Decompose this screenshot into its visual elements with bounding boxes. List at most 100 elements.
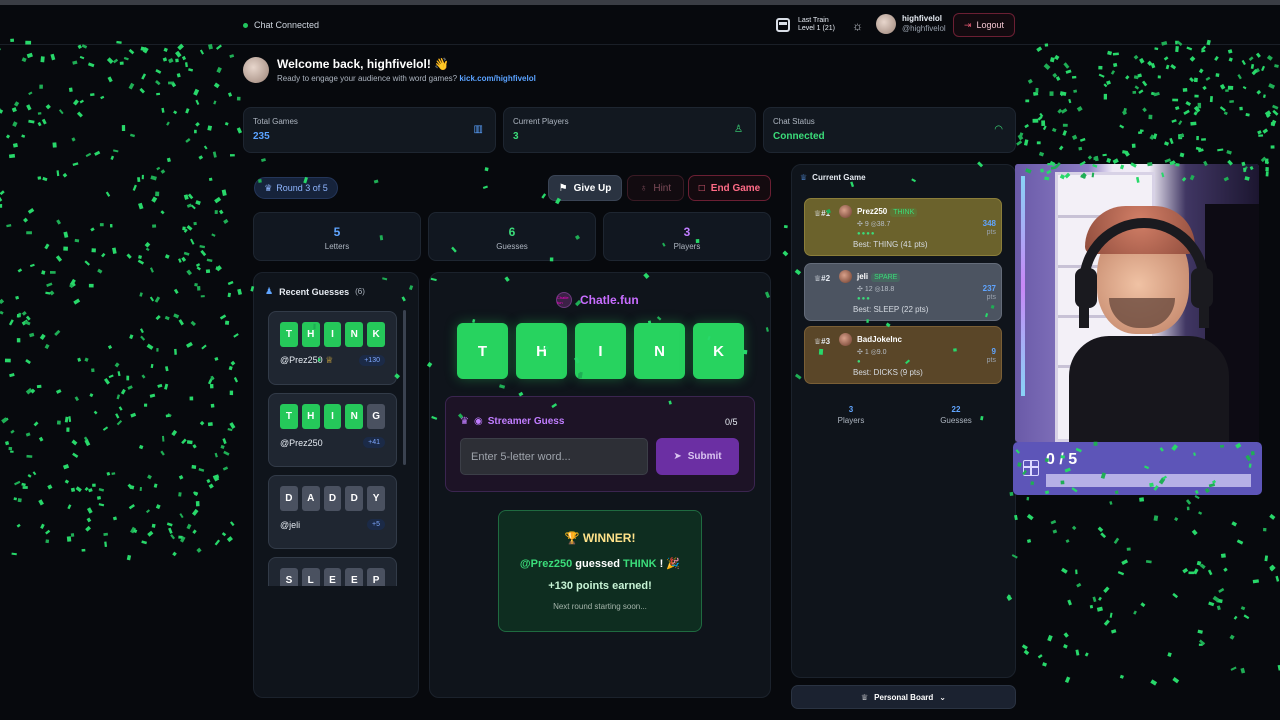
flag-icon: ⚑ [558,182,568,194]
confetti-piece [216,66,222,74]
theme-toggle-sun-icon[interactable]: ☼ [852,19,863,33]
confetti-piece [1112,62,1118,68]
confetti-piece [25,315,31,321]
confetti-piece [1064,676,1071,684]
mini-stat-label: Letters [324,242,350,251]
hint-button[interactable]: ♁ Hint [627,175,684,201]
confetti-piece [1141,80,1148,87]
confetti-piece [73,298,81,305]
confetti-piece [1021,644,1028,650]
streamer-guess-input[interactable] [460,438,648,475]
end-game-button[interactable]: □ End Game [688,175,771,201]
confetti-piece [11,107,17,113]
confetti-piece [1094,155,1099,162]
confetti-piece [1237,74,1242,80]
confetti-piece [200,249,207,257]
confetti-piece [112,149,119,153]
users-icon: ♟ [265,286,274,296]
word-tile: I [575,323,626,379]
rank-number: #1 [821,209,831,218]
confetti-piece [199,244,206,249]
confetti-piece [160,169,166,174]
confetti-piece [37,176,42,180]
confetti-piece [1043,63,1051,70]
stat-label: Chat Status [773,117,815,126]
personal-board-toggle[interactable]: ♕ Personal Board ⌄ [791,685,1016,709]
leaderboard-row[interactable]: ♕#3 BadJokeInc ✣ 1 ◎9.0 ● Best: DICKS (9 pts… [804,326,1002,384]
confetti-piece [1242,86,1247,90]
confetti-piece [93,410,98,415]
confetti-piece [186,225,193,231]
confetti-piece [150,363,154,369]
channel-link[interactable]: kick.com/highfivelol [459,74,535,83]
leaderboard-row[interactable]: ♕#2 jeli SPARE ✣ 12 ◎18.8 ●●● Best: SLEEP (22… [804,263,1002,321]
guess-tile: S [280,568,298,586]
confetti-piece [196,547,202,553]
confetti-piece [1037,654,1043,659]
confetti-piece [229,521,235,527]
user-profile[interactable]: highfivelol @highfivelol [876,14,946,34]
confetti-piece [1103,619,1110,626]
confetti-piece [62,172,68,178]
winner-guessed-text: guessed [575,558,620,570]
confetti-piece [137,177,141,183]
logout-button[interactable]: ⇥ Logout [953,13,1015,37]
confetti-piece [79,99,84,104]
confetti-piece [178,535,183,539]
confetti-piece [233,377,239,383]
confetti-piece [185,341,193,348]
confetti-piece [1193,105,1201,113]
confetti-piece [1245,113,1250,117]
recent-guesses-scrollbar[interactable] [403,310,406,465]
confetti-piece [4,441,10,446]
confetti-piece [1171,119,1177,123]
confetti-piece [149,296,155,302]
mini-stat-value: 3 [683,225,691,239]
confetti-piece [70,533,75,537]
confetti-piece [155,69,162,74]
confetti-piece [182,226,186,231]
streamer-guess-header: ♛ ◉ Streamer Guess [460,416,564,427]
confetti-piece [104,541,108,548]
confetti-piece [107,344,113,350]
confetti-piece [1125,75,1130,80]
confetti-piece [1133,54,1139,60]
submit-button[interactable]: ➤ Submit [656,438,739,475]
confetti-piece [66,536,72,542]
player-stats: ✣ 12 ◎18.8 [857,285,894,293]
confetti-piece [1252,579,1260,584]
confetti-piece [128,48,135,55]
guess-tile: E [323,568,342,586]
confetti-piece [171,429,178,437]
confetti-piece [1233,615,1238,620]
confetti-piece [88,283,94,288]
confetti-piece [191,464,197,469]
confetti-piece [221,532,227,537]
confetti-piece [16,338,21,343]
confetti-piece [111,472,116,475]
last-train-indicator[interactable]: Last Train Level 1 (21) [776,17,835,33]
stat-value: Connected [773,131,825,142]
give-up-button[interactable]: ⚑ Give Up [548,175,622,201]
player-stats-text: 1 ◎9.0 [864,349,887,356]
guess-tile: Y [367,486,385,511]
confetti-piece [1239,106,1243,111]
confetti-piece [1209,96,1213,103]
recent-guesses-list[interactable]: T H I N K @Prez250 ♕ +130 T H I N G @Prez250 +41 D A D D Y… [268,311,399,586]
confetti-piece [72,162,79,167]
player-points: 9 [991,347,996,356]
guess-card: D A D D Y @jeli +5 [268,475,397,549]
gift-goal-progress [1046,474,1251,487]
confetti-piece [155,314,161,321]
confetti-piece [1270,119,1277,127]
confetti-piece [8,153,16,159]
confetti-piece [199,420,205,426]
confetti-piece [229,54,235,59]
confetti-piece [1264,110,1272,117]
confetti-piece [141,174,144,180]
leaderboard-row[interactable]: ♕#1 Prez250 THINK ✣ 9 ◎38.7 ●●●● Best: THING … [804,198,1002,256]
confetti-piece [1065,69,1072,74]
confetti-piece [102,426,109,431]
confetti-piece [25,387,33,395]
confetti-piece [8,319,14,326]
